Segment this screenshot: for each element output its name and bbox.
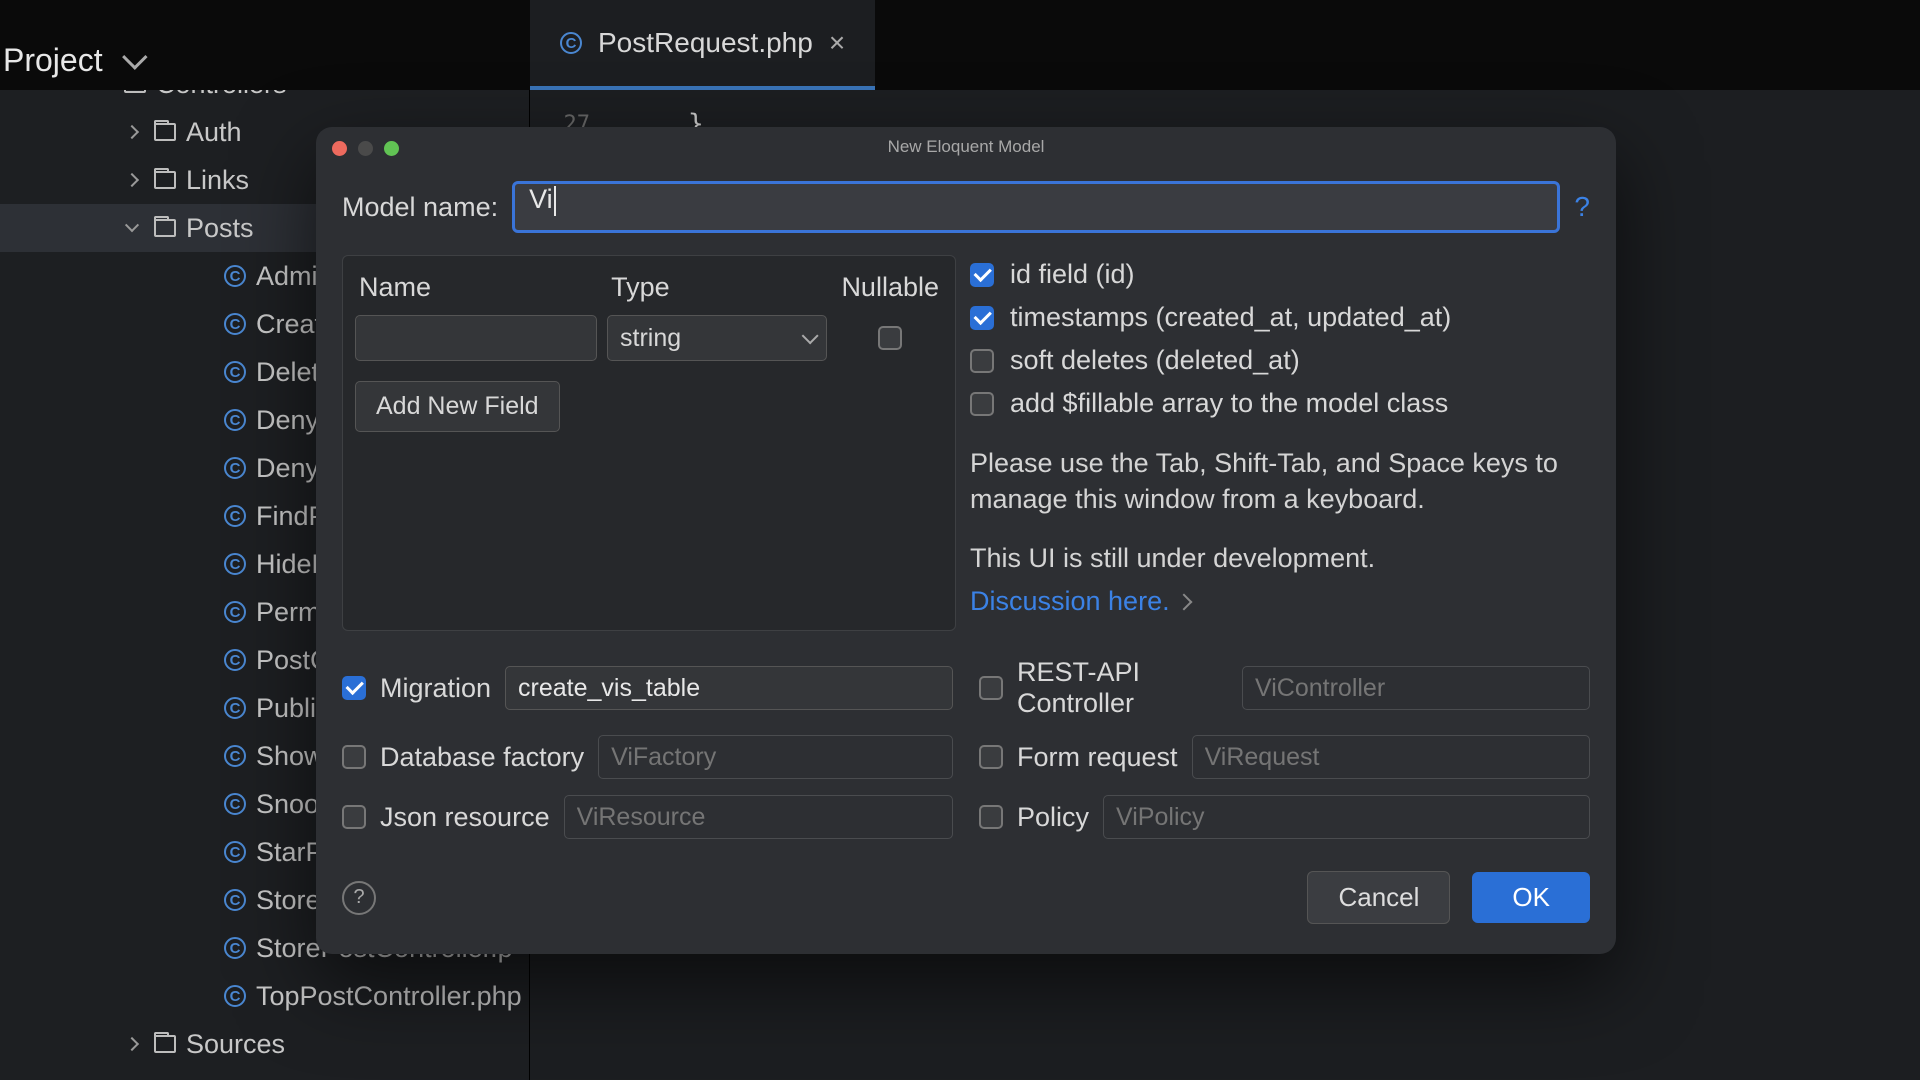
soft-deletes-checkbox[interactable] [970, 349, 994, 373]
dialog-title: New Eloquent Model [888, 137, 1045, 157]
add-field-button[interactable]: Add New Field [355, 381, 560, 432]
php-class-icon: C [224, 409, 246, 431]
php-class-icon: C [224, 985, 246, 1007]
php-class-icon: C [560, 32, 582, 54]
migration-input[interactable] [505, 666, 953, 710]
text-cursor [554, 186, 556, 216]
policy-input[interactable] [1103, 795, 1590, 839]
migration-checkbox[interactable] [342, 676, 366, 700]
php-class-icon: C [224, 601, 246, 623]
zoom-icon[interactable] [384, 141, 399, 156]
php-class-icon: C [224, 457, 246, 479]
php-class-icon: C [224, 889, 246, 911]
soft-deletes-label: soft deletes (deleted_at) [1010, 345, 1300, 376]
project-title: Project [3, 42, 103, 79]
tree-folder[interactable]: Controllers [0, 90, 529, 108]
external-link-icon [1175, 593, 1192, 610]
help-icon[interactable]: ? [1574, 191, 1590, 223]
factory-checkbox[interactable] [342, 745, 366, 769]
dialog-titlebar[interactable]: New Eloquent Model [316, 127, 1616, 167]
tree-item-label: Sources [186, 1029, 285, 1060]
tree-arrow[interactable] [120, 127, 144, 137]
timestamps-label: timestamps (created_at, updated_at) [1010, 302, 1451, 333]
field-type-value: string [620, 324, 681, 353]
policy-label: Policy [1017, 802, 1089, 833]
policy-checkbox[interactable] [979, 805, 1003, 829]
tree-item-label: Links [186, 165, 249, 196]
folder-icon [154, 1035, 176, 1053]
controller-checkbox[interactable] [979, 676, 1003, 700]
tree-item-label: Auth [186, 117, 242, 148]
tree-item-label: Posts [186, 213, 254, 244]
folder-icon [124, 90, 146, 93]
formrequest-label: Form request [1017, 742, 1178, 773]
php-class-icon: C [224, 793, 246, 815]
discussion-link[interactable]: Discussion here. [970, 586, 1190, 617]
column-header-type: Type [611, 272, 841, 303]
php-class-icon: C [224, 361, 246, 383]
formrequest-checkbox[interactable] [979, 745, 1003, 769]
fillable-label: add $fillable array to the model class [1010, 388, 1448, 419]
minimize-icon [358, 141, 373, 156]
resource-input[interactable] [564, 795, 953, 839]
tree-arrow[interactable] [120, 175, 144, 185]
factory-input[interactable] [598, 735, 953, 779]
php-class-icon: C [224, 265, 246, 287]
help-icon[interactable]: ? [342, 881, 376, 915]
close-icon[interactable]: × [829, 27, 845, 59]
id-field-label: id field (id) [1010, 259, 1135, 290]
id-field-checkbox[interactable] [970, 263, 994, 287]
timestamps-checkbox[interactable] [970, 306, 994, 330]
column-header-nullable: Nullable [841, 272, 939, 303]
hint-text-2: This UI is still under development. [970, 540, 1590, 576]
field-nullable-checkbox[interactable] [878, 326, 902, 350]
tree-arrow[interactable] [120, 1039, 144, 1049]
new-eloquent-model-dialog: New Eloquent Model Model name: Vi ? Name… [316, 127, 1616, 954]
php-class-icon: C [224, 313, 246, 335]
cancel-button[interactable]: Cancel [1307, 871, 1450, 924]
model-name-input[interactable]: Vi [512, 181, 1560, 233]
editor-tab-postrequest[interactable]: C PostRequest.php × [530, 0, 875, 90]
tree-file[interactable]: C TopPostController.php [0, 972, 529, 1020]
php-class-icon: C [224, 697, 246, 719]
controller-input[interactable] [1242, 666, 1590, 710]
resource-label: Json resource [380, 802, 550, 833]
model-name-label: Model name: [342, 192, 498, 223]
discussion-link-text: Discussion here. [970, 586, 1170, 617]
ok-button[interactable]: OK [1472, 872, 1590, 923]
editor-tabs: C PostRequest.php × [530, 0, 1920, 90]
model-options-panel: id field (id) timestamps (created_at, up… [970, 255, 1590, 631]
model-name-value: Vi [529, 184, 553, 214]
controller-label: REST-API Controller [1017, 657, 1228, 719]
project-toolwindow-header[interactable]: Project [0, 30, 141, 90]
chevron-down-icon [802, 327, 819, 344]
migration-label: Migration [380, 673, 491, 704]
tree-item-label: TopPostController.php [256, 981, 522, 1012]
field-name-input[interactable] [355, 315, 597, 361]
field-type-select[interactable]: string [607, 315, 827, 361]
folder-icon [154, 219, 176, 237]
editor-tab-label: PostRequest.php [598, 27, 813, 59]
resource-checkbox[interactable] [342, 805, 366, 829]
column-header-name: Name [359, 272, 611, 303]
close-icon[interactable] [332, 141, 347, 156]
php-class-icon: C [224, 553, 246, 575]
hint-text: Please use the Tab, Shift-Tab, and Space… [970, 445, 1590, 518]
formrequest-input[interactable] [1192, 735, 1590, 779]
folder-icon [154, 123, 176, 141]
php-class-icon: C [224, 937, 246, 959]
php-class-icon: C [224, 505, 246, 527]
tree-arrow[interactable] [120, 223, 144, 233]
factory-label: Database factory [380, 742, 584, 773]
fillable-checkbox[interactable] [970, 392, 994, 416]
tree-folder[interactable]: Sources [0, 1020, 529, 1068]
tree-item-label: Controllers [156, 90, 287, 100]
window-controls [332, 141, 399, 156]
php-class-icon: C [224, 841, 246, 863]
fields-panel: Name Type Nullable string Add New Field [342, 255, 956, 631]
php-class-icon: C [224, 649, 246, 671]
chevron-down-icon [122, 44, 147, 69]
php-class-icon: C [224, 745, 246, 767]
folder-icon [154, 171, 176, 189]
